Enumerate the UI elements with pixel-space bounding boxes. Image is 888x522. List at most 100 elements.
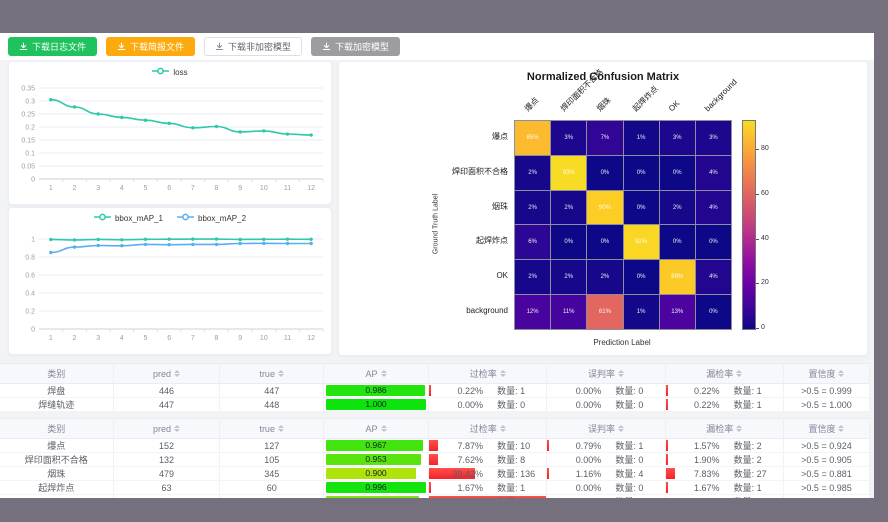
- legend-item-bbox_mAP_1[interactable]: bbox_mAP_1: [94, 213, 163, 223]
- cm-col-label: 烟珠: [595, 96, 613, 114]
- miss-cell: 7.83%数量: 27: [665, 467, 783, 481]
- overcheck-cell: 0.00%数量: 0: [429, 398, 547, 412]
- sort-caret: [500, 370, 506, 377]
- svg-text:0.3: 0.3: [25, 99, 35, 106]
- legend-label: bbox_mAP_2: [198, 214, 246, 223]
- matrix-cell: 13%: [660, 295, 695, 329]
- misjudge-cell: 0.00%数量: 0: [547, 495, 665, 499]
- column-header-置信度[interactable]: 置信度: [783, 364, 869, 384]
- series-ring-icon: [177, 213, 194, 223]
- svg-text:4: 4: [120, 185, 124, 192]
- matrix-cell: 0%: [660, 156, 695, 190]
- column-header-漏检率[interactable]: 漏检率: [665, 419, 783, 439]
- matrix-cell: 0%: [551, 225, 586, 259]
- matrix-cell: 2%: [551, 191, 586, 225]
- svg-text:3: 3: [96, 185, 100, 192]
- table-row: 爆点1521270.9677.87%数量: 100.79%数量: 11.57%数…: [0, 439, 870, 453]
- button-label: 下载日志文件: [32, 40, 86, 53]
- matrix-cell: 1%: [624, 121, 659, 155]
- column-header-类别[interactable]: 类别: [0, 364, 113, 384]
- svg-text:1: 1: [49, 185, 53, 192]
- table-row: 焊印面积不合格1321050.9537.62%数量: 80.00%数量: 01.…: [0, 453, 870, 467]
- svg-text:5: 5: [144, 185, 148, 192]
- column-header-pred[interactable]: pred: [113, 364, 220, 384]
- svg-text:0.15: 0.15: [21, 138, 35, 145]
- matrix-cell: 0%: [587, 225, 622, 259]
- cm-col-label: 爆点: [523, 96, 541, 114]
- content-area: 下载日志文件下载简报文件下载非加密模型下载加密模型 loss 00.050.10…: [0, 33, 874, 498]
- svg-text:11: 11: [284, 335, 291, 342]
- svg-text:0: 0: [31, 327, 35, 334]
- miss-cell: 0.22%数量: 1: [665, 384, 783, 398]
- confidence-cell: >0.5 = 0.940: [783, 495, 869, 499]
- class-cell: 爆点: [0, 439, 113, 453]
- download-icon: [117, 42, 126, 51]
- matrix-cell: 2%: [515, 260, 550, 294]
- true-cell: 448: [220, 398, 323, 412]
- column-header-true[interactable]: true: [220, 364, 323, 384]
- table-row: OK1171000.929117.00%数量: 1170.00%数量: 00.0…: [0, 495, 870, 499]
- ap-cell: 0.929: [323, 495, 428, 499]
- column-header-过检率[interactable]: 过检率: [429, 364, 547, 384]
- matrix-cell: 85%: [515, 121, 550, 155]
- map-chart-card: bbox_mAP_1bbox_mAP_2 00.20.40.60.8112345…: [8, 207, 332, 355]
- colorbar-tick: 0: [761, 324, 765, 332]
- matrix-cell: 0%: [587, 156, 622, 190]
- sort-caret: [174, 425, 180, 432]
- matrix-cell: 2%: [551, 260, 586, 294]
- sort-caret: [174, 370, 180, 377]
- column-header-漏检率[interactable]: 漏检率: [665, 364, 783, 384]
- column-header-AP[interactable]: AP: [323, 364, 428, 384]
- matrix-cell: 0%: [624, 156, 659, 190]
- ap-cell: 1.000: [323, 398, 428, 412]
- cm-col-label: 起焊炸点: [631, 84, 661, 114]
- true-cell: 60: [220, 481, 323, 495]
- metrics-table-1: 类别predtrueAP过检率误判率漏检率置信度爆点1521270.9677.8…: [0, 418, 870, 498]
- svg-text:11: 11: [284, 185, 291, 192]
- miss-cell: 0.00%数量: 0: [665, 495, 783, 499]
- matrix-cell: 12%: [515, 295, 550, 329]
- true-cell: 105: [220, 453, 323, 467]
- class-cell: 焊印面积不合格: [0, 453, 113, 467]
- column-header-pred[interactable]: pred: [113, 419, 220, 439]
- column-header-AP[interactable]: AP: [323, 419, 428, 439]
- misjudge-cell: 0.00%数量: 0: [547, 481, 665, 495]
- svg-text:2: 2: [73, 185, 77, 192]
- colorbar: [742, 120, 756, 330]
- svg-text:0.35: 0.35: [21, 86, 35, 93]
- overcheck-cell: 0.22%数量: 1: [429, 384, 547, 398]
- download-icon: [19, 42, 28, 51]
- column-header-true[interactable]: true: [220, 419, 323, 439]
- column-header-误判率[interactable]: 误判率: [547, 364, 665, 384]
- ap-cell: 0.986: [323, 384, 428, 398]
- svg-text:0.2: 0.2: [25, 309, 35, 316]
- loss-line-chart: 00.050.10.150.20.250.30.3512345678910111…: [9, 62, 331, 207]
- download-button-0[interactable]: 下载日志文件: [8, 37, 97, 56]
- matrix-cell: 4%: [696, 191, 731, 225]
- sort-caret: [618, 425, 624, 432]
- svg-text:12: 12: [307, 335, 315, 342]
- legend-item-bbox_mAP_2[interactable]: bbox_mAP_2: [177, 213, 246, 223]
- cm-row-label: 起焊炸点: [339, 236, 508, 246]
- cm-row-label: OK: [339, 271, 508, 281]
- table-row: 起焊炸点63600.9961.67%数量: 10.00%数量: 01.67%数量…: [0, 481, 870, 495]
- map-line-chart: 00.20.40.60.81123456789101112: [9, 208, 331, 357]
- download-button-3[interactable]: 下载加密模型: [311, 37, 400, 56]
- confidence-cell: >0.5 = 0.905: [783, 453, 869, 467]
- column-header-误判率[interactable]: 误判率: [547, 419, 665, 439]
- column-header-过检率[interactable]: 过检率: [429, 419, 547, 439]
- column-header-类别[interactable]: 类别: [0, 419, 113, 439]
- sort-caret: [838, 370, 844, 377]
- confusion-matrix-xaxis-label: Prediction Label: [514, 338, 730, 347]
- download-button-1[interactable]: 下载简报文件: [106, 37, 195, 56]
- download-button-2[interactable]: 下载非加密模型: [204, 37, 302, 56]
- column-header-置信度[interactable]: 置信度: [783, 419, 869, 439]
- metrics-tables: 类别predtrueAP过检率误判率漏检率置信度焊盘4464470.9860.2…: [0, 363, 870, 498]
- legend-label: bbox_mAP_1: [115, 214, 163, 223]
- legend-item-loss[interactable]: loss: [152, 67, 187, 77]
- matrix-cell: 2%: [515, 191, 550, 225]
- pred-cell: 479: [113, 467, 220, 481]
- matrix-cell: 2%: [515, 156, 550, 190]
- pred-cell: 446: [113, 384, 220, 398]
- sort-caret: [838, 425, 844, 432]
